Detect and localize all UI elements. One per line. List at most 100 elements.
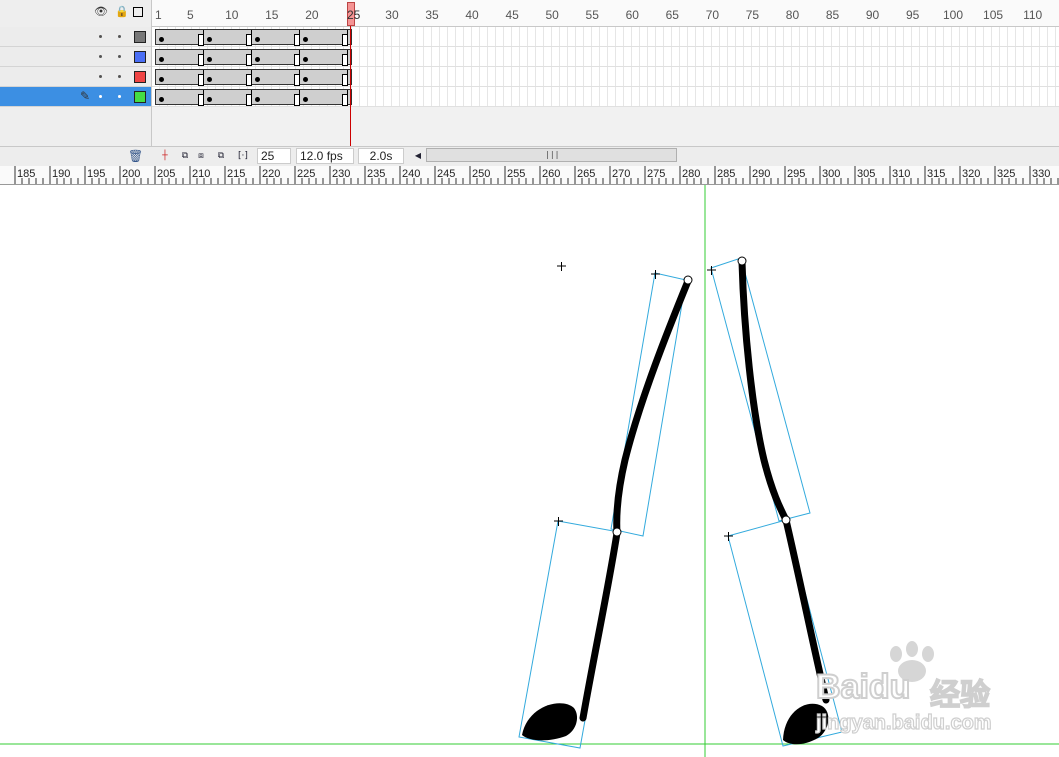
keyframe-dot[interactable] [303, 77, 308, 82]
keyframe-dot[interactable] [255, 37, 260, 42]
keyframe-dot[interactable] [303, 57, 308, 62]
right-knee-joint[interactable] [781, 515, 791, 525]
keyframe-dot[interactable] [303, 97, 308, 102]
pencil-icon: ✎ [80, 89, 91, 103]
frame-number-label: 1 [155, 8, 162, 22]
right-thigh-bounding-box[interactable] [710, 257, 811, 522]
lock-dot[interactable] [118, 55, 121, 58]
registration-point-4[interactable] [554, 517, 563, 526]
lock-icon[interactable]: 🔒 [115, 5, 129, 18]
keyframe-divider [203, 30, 204, 46]
edit-multiple-frames-icon[interactable]: ⧉ [215, 150, 227, 162]
scroll-left-icon[interactable]: ◀ [412, 150, 424, 162]
frame-row[interactable] [152, 27, 1059, 47]
visibility-dot[interactable] [99, 95, 102, 98]
timeline-panel: 👁 🔒 ✎ 1 5 10 15 20 30 35 40 45 50 55 60 65 70 75 80 85 90… [0, 0, 1059, 167]
layer-row-selected[interactable]: ✎ [0, 87, 151, 107]
tween-span[interactable] [155, 69, 352, 86]
registration-point-5[interactable] [724, 532, 733, 541]
center-frame-icon[interactable]: ┼ [159, 150, 171, 162]
modify-onion-markers-icon[interactable]: [·] [237, 150, 249, 162]
frame-number-label: 35 [425, 8, 439, 22]
outline-icon[interactable] [133, 7, 143, 17]
frame-row[interactable] [152, 67, 1059, 87]
left-shin-bone[interactable] [579, 529, 621, 722]
onion-skin-outlines-icon[interactable]: ⧈ [195, 150, 207, 162]
ruler-label: 260 [542, 168, 561, 180]
left-foot[interactable] [522, 703, 578, 741]
frame-rate-field[interactable]: 12.0 fps [296, 148, 354, 164]
layer-row[interactable] [0, 27, 151, 47]
frame-number-label: 95 [905, 8, 920, 22]
frame-row[interactable] [152, 87, 1059, 107]
ruler-label: 200 [122, 168, 141, 180]
scrollbar-grip-icon[interactable]: ||| [545, 150, 559, 159]
tween-span[interactable] [155, 29, 352, 46]
frame-number-label: 90 [865, 8, 880, 22]
keyframe-dot[interactable] [255, 77, 260, 82]
keyframe-dot[interactable] [159, 97, 164, 102]
ruler-label: 225 [297, 168, 316, 180]
layer-color-swatch[interactable] [134, 31, 146, 43]
left-hip-joint[interactable] [683, 275, 693, 285]
keyframe-dot[interactable] [207, 57, 212, 62]
registration-point-2[interactable] [651, 270, 660, 279]
frames-grid[interactable] [152, 27, 1059, 107]
keyframe-dot[interactable] [255, 97, 260, 102]
frame-row[interactable] [152, 47, 1059, 67]
right-hip-joint[interactable] [737, 256, 747, 266]
visibility-dot[interactable] [99, 55, 102, 58]
frame-number-label: 45 [505, 8, 519, 22]
registration-point-1[interactable] [557, 262, 566, 271]
ruler-label: 245 [437, 168, 456, 180]
registration-point-3[interactable] [707, 266, 716, 275]
lock-dot[interactable] [118, 35, 121, 38]
visibility-dot[interactable] [99, 35, 102, 38]
keyframe-dot[interactable] [303, 37, 308, 42]
frame-number-ruler[interactable]: 1 5 10 15 20 30 35 40 45 50 55 60 65 70 75 80 85 90 95 100 1… [152, 0, 1059, 27]
keyframe-dot[interactable] [159, 37, 164, 42]
layer-color-swatch[interactable] [134, 71, 146, 83]
keyframe-divider [251, 30, 252, 46]
ruler-label: 185 [17, 168, 36, 180]
layer-color-swatch[interactable] [134, 91, 146, 103]
ruler-label: 290 [752, 168, 771, 180]
keyframe-dot[interactable] [159, 77, 164, 82]
tween-span[interactable] [155, 49, 352, 66]
ruler-label: 230 [332, 168, 351, 180]
keyframe-dot[interactable] [207, 97, 212, 102]
layer-row[interactable] [0, 67, 151, 87]
ruler-label: 265 [577, 168, 596, 180]
frame-number-label: 110 [1023, 8, 1043, 22]
frame-number-label: 65 [665, 8, 679, 22]
ruler-label: 205 [157, 168, 176, 180]
left-thigh-bone[interactable] [613, 277, 692, 537]
keyframe-divider [203, 90, 204, 106]
stage-horizontal-ruler: 185 190 195 200 205 210 215 220 225 230 235 240 245 2… [0, 166, 1059, 185]
left-knee-joint[interactable] [612, 527, 622, 537]
onion-skin-icon[interactable]: ⧉ [179, 150, 191, 162]
lock-dot[interactable] [118, 75, 121, 78]
frame-number-label: 75 [745, 8, 760, 22]
layer-color-swatch[interactable] [134, 51, 146, 63]
timeline-horizontal-scrollbar[interactable]: ||| [426, 148, 677, 162]
stage-canvas[interactable]: Baidu 经验 jingyan.baidu.com [0, 185, 1059, 757]
frame-number-label: 20 [305, 8, 319, 22]
frame-number-label: 55 [585, 8, 599, 22]
keyframe-dot[interactable] [159, 57, 164, 62]
right-thigh-bone[interactable] [738, 258, 790, 524]
visibility-dot[interactable] [99, 75, 102, 78]
ruler-label: 275 [647, 168, 666, 180]
eye-icon[interactable]: 👁 [94, 5, 108, 18]
layer-row[interactable] [0, 47, 151, 67]
lock-dot[interactable] [118, 95, 121, 98]
trash-icon[interactable]: 🗑 [128, 150, 143, 162]
ruler-label: 320 [962, 168, 981, 180]
current-frame-field[interactable]: 25 [257, 148, 291, 164]
tween-span[interactable] [155, 89, 352, 106]
frame-number-label: 85 [825, 8, 840, 22]
keyframe-dot[interactable] [207, 37, 212, 42]
ruler-label: 330 [1032, 168, 1051, 180]
keyframe-dot[interactable] [255, 57, 260, 62]
keyframe-dot[interactable] [207, 77, 212, 82]
